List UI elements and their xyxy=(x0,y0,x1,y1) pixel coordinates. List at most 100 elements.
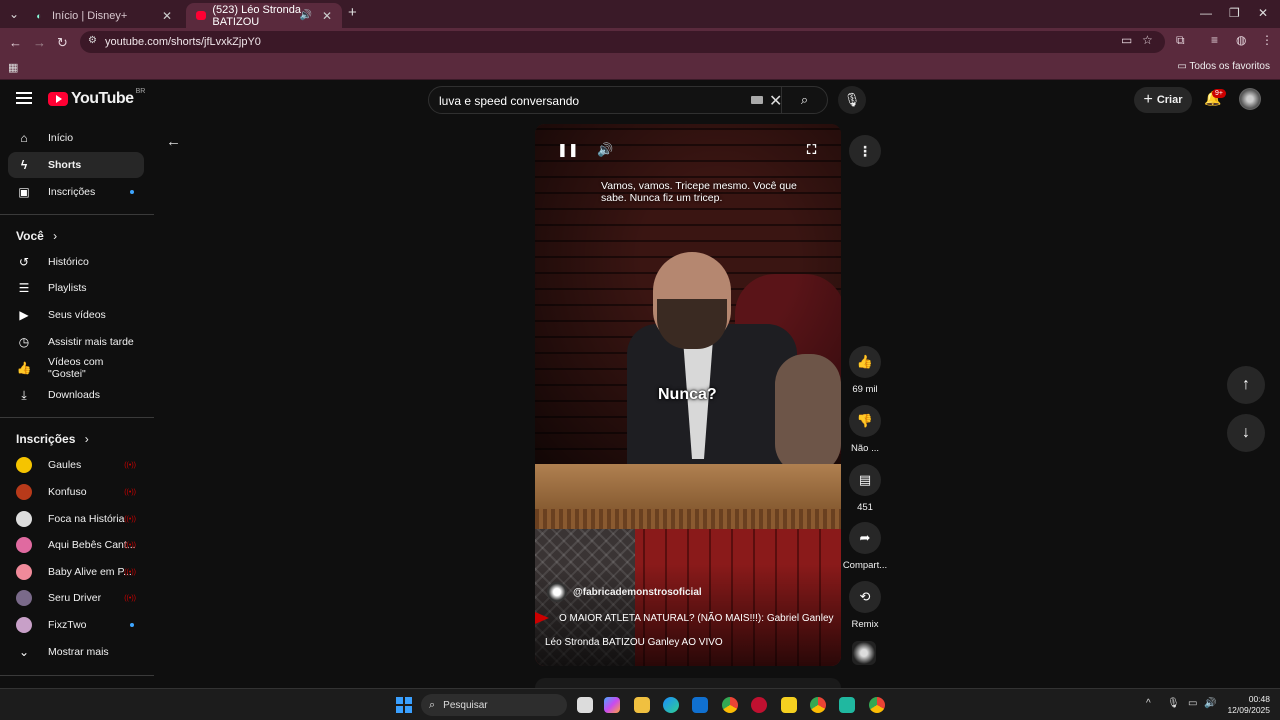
create-button[interactable]: + Criar xyxy=(1134,87,1192,113)
sidebar-item-home[interactable]: ⌂ Início xyxy=(8,125,144,151)
you-section-header[interactable]: Você › xyxy=(16,229,57,243)
reload-icon[interactable]: ↻ xyxy=(57,35,68,51)
hamburger-menu-icon[interactable] xyxy=(16,92,32,104)
url-text[interactable]: youtube.com/shorts/jfLvxkZjpY0 xyxy=(105,36,261,48)
task-view-icon[interactable] xyxy=(577,697,593,713)
all-bookmarks[interactable]: ▭ Todos os favoritos xyxy=(1177,61,1270,72)
chrome-secondary-icon[interactable] xyxy=(869,697,885,713)
channel-name: @fabricademonstrosoficial xyxy=(573,586,702,598)
subscription-seru-driver[interactable]: Seru Driver ((•)) xyxy=(8,585,144,611)
sidebar-item-label: Vídeos com "Gostei" xyxy=(47,356,104,380)
app-icon[interactable] xyxy=(839,697,855,713)
search-box[interactable]: luva e speed conversando ✕ ⌕ xyxy=(428,86,828,114)
volume-tray-icon[interactable]: 🔊 xyxy=(1204,698,1216,709)
sidebar-item-watch-later[interactable]: ◷ Assistir mais tarde xyxy=(8,329,144,355)
extensions-icon[interactable]: ⧉ xyxy=(1176,33,1185,48)
video-frame-person-arm xyxy=(775,354,841,474)
volume-icon[interactable]: 🔊 xyxy=(597,142,613,158)
notifications-badge: 9+ xyxy=(1212,89,1226,98)
keyboard-icon[interactable] xyxy=(751,96,763,104)
sidebar-item-subscriptions[interactable]: ▣ Inscrições xyxy=(8,179,144,205)
related-title: O MAIOR ATLETA NATURAL? (NÃO MAIS!!!): G… xyxy=(559,612,834,624)
system-clock[interactable]: 00:48 12/09/2025 xyxy=(1226,694,1270,716)
remix-button[interactable]: ⟲ Remix xyxy=(840,581,890,630)
new-tab-icon[interactable]: + xyxy=(348,4,357,21)
more-options-button[interactable]: ⋮ xyxy=(849,135,881,167)
back-icon[interactable]: ← xyxy=(9,35,22,50)
share-button[interactable]: ➦ Compart... xyxy=(840,522,890,571)
subscriptions-section-header[interactable]: Inscrições › xyxy=(16,432,89,446)
chrome-icon[interactable] xyxy=(722,697,738,713)
home-icon: ⌂ xyxy=(20,131,28,145)
network-icon[interactable]: ▭ xyxy=(1188,698,1197,709)
minimize-icon[interactable]: — xyxy=(1200,6,1212,20)
subscription-baby-alive[interactable]: Baby Alive em P... ((•)) xyxy=(8,559,144,585)
close-window-icon[interactable]: ✕ xyxy=(1258,6,1268,20)
restore-icon[interactable]: ❐ xyxy=(1229,6,1240,20)
back-arrow-icon[interactable]: ← xyxy=(166,133,181,150)
reading-list-icon[interactable]: ≡ xyxy=(1211,33,1218,47)
show-more-button[interactable]: ⌄ Mostrar mais xyxy=(8,639,144,665)
account-avatar[interactable] xyxy=(1239,88,1261,110)
related-video-link[interactable]: O MAIOR ATLETA NATURAL? (NÃO MAIS!!!): G… xyxy=(535,612,841,624)
tab-disney[interactable]: ◐ Início | Disney+ ✕ xyxy=(22,3,182,28)
forward-icon[interactable]: → xyxy=(33,35,46,50)
subscription-konfuso[interactable]: Konfuso ((•)) xyxy=(8,479,144,505)
outlook-icon[interactable] xyxy=(692,697,708,713)
subscription-aqui-bebes[interactable]: Aqui Bebês Cant... ((•)) xyxy=(8,532,144,558)
cast-icon[interactable]: ▭ xyxy=(1121,33,1132,47)
divider xyxy=(0,214,154,215)
site-info-icon[interactable]: ⚙ xyxy=(88,35,97,46)
opera-icon[interactable] xyxy=(751,697,767,713)
sticky-notes-icon[interactable] xyxy=(781,697,797,713)
voice-search-button[interactable]: 🎙 xyxy=(838,86,866,114)
sidebar-item-downloads[interactable]: ⤓ Downloads xyxy=(8,382,144,408)
browser-menu-icon[interactable]: ⋮ xyxy=(1261,33,1273,47)
speaker-icon[interactable]: 🔊 xyxy=(300,10,312,21)
shorts-video-player[interactable]: ❚❚ 🔊 ⛶ Vamos, vamos. Tricepe mesmo. Você… xyxy=(535,124,841,666)
search-input[interactable]: luva e speed conversando xyxy=(439,94,579,108)
sound-avatar[interactable] xyxy=(852,641,876,665)
pause-icon[interactable]: ❚❚ xyxy=(557,142,579,158)
dislike-button[interactable]: 👎 Não ... xyxy=(840,405,890,454)
fullscreen-icon[interactable]: ⛶ xyxy=(807,142,816,158)
tray-overflow-icon[interactable]: ^ xyxy=(1146,698,1151,709)
subscription-gaules[interactable]: Gaules ((•)) xyxy=(8,452,144,478)
search-button[interactable]: ⌕ xyxy=(781,87,827,113)
profile-icon[interactable]: ◍ xyxy=(1236,33,1246,47)
remix-label: Remix xyxy=(851,619,879,630)
bookmark-star-icon[interactable]: ☆ xyxy=(1142,33,1153,47)
tab-search-icon[interactable]: ⌄ xyxy=(9,7,19,21)
channel-link[interactable]: @fabricademonstrosoficial xyxy=(547,582,702,602)
like-button[interactable]: 👍 69 mil xyxy=(840,346,890,395)
chrome-profile-icon[interactable] xyxy=(810,697,826,713)
tab-youtube[interactable]: (523) Léo Stronda BATIZOU 🔊 ✕ xyxy=(186,3,342,28)
youtube-logo[interactable]: YouTube BR xyxy=(48,88,145,108)
edge-icon[interactable] xyxy=(663,697,679,713)
apps-grid-icon[interactable]: ▦ xyxy=(8,61,18,74)
close-tab-icon[interactable]: ✕ xyxy=(162,9,172,23)
video-title[interactable]: Léo Stronda BATIZOU Ganley AO VIVO xyxy=(545,637,723,648)
sidebar-item-your-videos[interactable]: ▶ Seus vídeos xyxy=(8,302,144,328)
comments-button[interactable]: ▤ 451 xyxy=(840,464,890,513)
file-explorer-icon[interactable] xyxy=(634,697,650,713)
omnibox[interactable]: ⚙ youtube.com/shorts/jfLvxkZjpY0 xyxy=(80,31,1165,53)
next-short-button[interactable]: ↓ xyxy=(1227,414,1265,452)
sidebar-item-shorts[interactable]: ϟ Shorts xyxy=(8,152,144,178)
all-bookmarks-label: Todos os favoritos xyxy=(1189,61,1270,72)
sidebar-item-liked-videos[interactable]: 👍 Vídeos com "Gostei" xyxy=(8,355,144,381)
start-windows-icon[interactable] xyxy=(396,697,412,713)
copilot-icon[interactable] xyxy=(604,697,620,713)
sidebar-item-label: Seru Driver xyxy=(48,592,102,604)
sidebar-item-history[interactable]: ↺ Histórico xyxy=(8,249,144,275)
your-videos-icon: ▶ xyxy=(19,308,29,322)
previous-short-button[interactable]: ↑ xyxy=(1227,366,1265,404)
search-icon: ⌕ xyxy=(800,92,809,107)
sidebar-item-playlists[interactable]: ☰ Playlists xyxy=(8,275,144,301)
subscription-foca-na-historia[interactable]: Foca na História ((•)) xyxy=(8,506,144,532)
taskbar-search[interactable]: ⌕ Pesquisar xyxy=(421,694,567,716)
subscription-fixztwo[interactable]: FixzTwo xyxy=(8,612,144,638)
clock-time: 00:48 xyxy=(1248,694,1270,704)
close-tab-icon[interactable]: ✕ xyxy=(322,9,332,23)
microphone-tray-icon[interactable]: 🎙 xyxy=(1167,698,1180,709)
